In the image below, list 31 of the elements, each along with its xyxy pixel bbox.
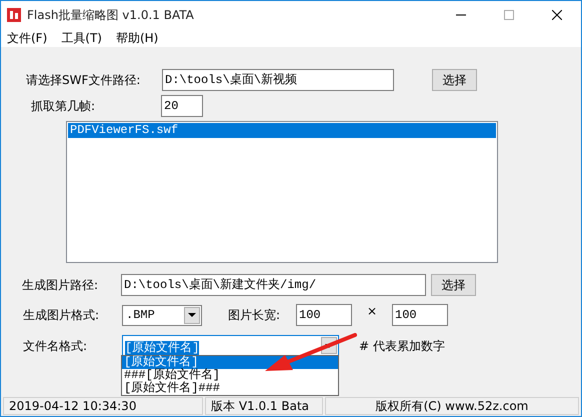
dropdown-option[interactable]: [原始文件名] bbox=[122, 356, 338, 369]
select-button[interactable]: 选择 bbox=[432, 69, 477, 91]
format-dropdown[interactable]: .BMP bbox=[122, 304, 202, 326]
menu-item[interactable]: 帮助(H) bbox=[116, 28, 158, 46]
status-text: 版权所有(C) www.52z.com bbox=[325, 397, 579, 415]
field-label: 生成图片路径: bbox=[22, 277, 100, 294]
menu-item[interactable]: 文件(F) bbox=[7, 28, 48, 46]
hint-text: # 代表累加数字 bbox=[359, 338, 445, 354]
field-label: 文件名格式: bbox=[23, 338, 88, 354]
frame-input[interactable]: 20 bbox=[161, 95, 203, 117]
height-input[interactable]: 100 bbox=[392, 304, 448, 326]
status-text: 2019-04-12 10:34:30 bbox=[3, 397, 203, 415]
path-input[interactable]: D:\tools\桌面\新建文件夹/img/ bbox=[121, 274, 426, 296]
status-text: 版本 V1.0.1 Bata bbox=[205, 397, 323, 415]
times-sign: × bbox=[366, 303, 378, 320]
width-input[interactable]: 100 bbox=[296, 304, 352, 326]
window-title: Flash批量缩略图 v1.0.1 BATA bbox=[27, 6, 194, 24]
menu-item[interactable]: 工具(T) bbox=[61, 28, 102, 46]
app-icon bbox=[7, 8, 21, 22]
field-label: 图片长宽: bbox=[228, 307, 282, 324]
dropdown-option[interactable]: ###[原始文件名] bbox=[122, 369, 338, 382]
field-label: 请选择SWF文件路径: bbox=[26, 72, 142, 89]
caret-icon bbox=[188, 313, 196, 317]
select-button[interactable]: 选择 bbox=[431, 274, 476, 296]
name-format-combo[interactable]: [原始文件名] bbox=[122, 335, 339, 356]
list-item[interactable]: PDFViewerFS.swf bbox=[68, 123, 496, 138]
dropdown-option[interactable]: [原始文件名]### bbox=[122, 382, 338, 395]
field-label: 生成图片格式: bbox=[23, 307, 100, 324]
close-icon[interactable] bbox=[552, 10, 562, 20]
path-input[interactable]: D:\tools\桌面\新视频 bbox=[162, 69, 394, 91]
field-label: 抓取第几帧: bbox=[31, 98, 96, 115]
